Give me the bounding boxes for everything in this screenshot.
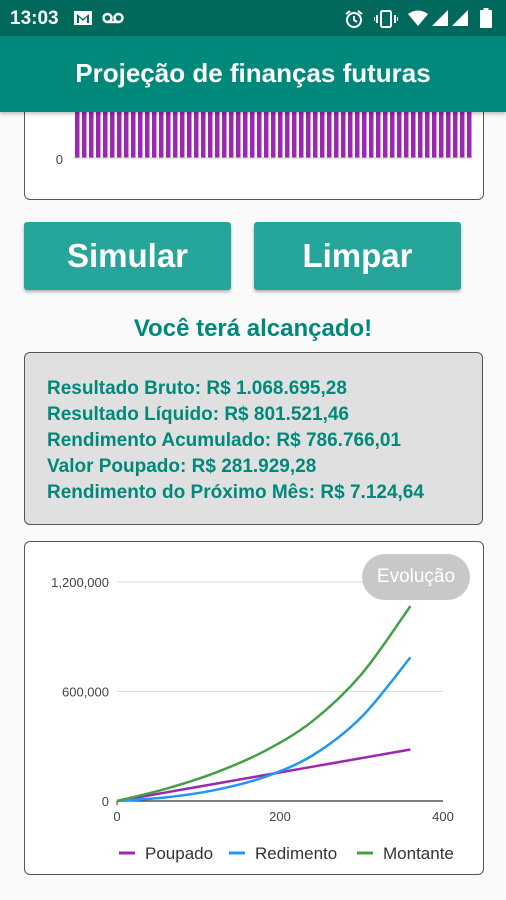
battery-icon <box>480 8 492 28</box>
legend-label: Montante <box>383 844 454 863</box>
status-time: 13:03 <box>10 8 59 29</box>
app-bar: Projeção de finanças futuras <box>0 36 506 112</box>
chart-x-tick-label: 400 <box>432 809 454 824</box>
simulate-button[interactable]: Simular <box>24 222 231 290</box>
evolution-button[interactable]: Evolução <box>362 554 470 600</box>
accumulated-yield-text: Rendimento Acumulado: R$ 786.766,01 <box>47 430 402 451</box>
gmail-icon <box>74 11 92 25</box>
result-title: Você terá alcançado! <box>133 315 373 342</box>
saved-value-text: Valor Poupado: R$ 281.929,28 <box>47 456 317 477</box>
chart-legend: Poupado Redimento Montante <box>119 844 454 863</box>
chart-y-tick-label: 1,200,000 <box>51 575 109 590</box>
chart-x-ticks: 0 200 400 <box>113 809 453 824</box>
chart-x-tick-label: 0 <box>113 809 120 824</box>
top-chart-y-tick-0: 0 <box>56 152 63 167</box>
app-title: Projeção de finanças futuras <box>75 58 431 88</box>
signal-icon <box>432 10 448 26</box>
chart-series-line-montante <box>116 605 412 803</box>
wifi-icon <box>408 10 428 26</box>
results-panel: Resultado Bruto: R$ 1.068.695,28 Resulta… <box>24 352 483 525</box>
chart-y-ticks: 0 600,000 1,200,000 <box>51 575 109 809</box>
net-result-text: Resultado Líquido: R$ 801.521,46 <box>47 404 349 425</box>
alarm-icon <box>345 10 363 28</box>
chart-y-tick-label: 0 <box>102 794 109 809</box>
legend-label: Redimento <box>255 844 337 863</box>
chart-x-tick-label: 200 <box>269 809 291 824</box>
chart-y-tick-label: 600,000 <box>62 685 109 700</box>
legend-label: Poupado <box>145 844 213 863</box>
next-month-yield-text: Rendimento do Próximo Mês: R$ 7.124,64 <box>47 482 424 503</box>
chart-series-line-poupado <box>116 748 411 803</box>
status-bar: 13:03 <box>0 0 506 36</box>
clear-button[interactable]: Limpar <box>254 222 461 290</box>
gross-result-text: Resultado Bruto: R$ 1.068.695,28 <box>47 378 347 399</box>
signal-icon <box>452 10 468 26</box>
chart-series-line-redimento <box>116 656 412 803</box>
chart-series-lines <box>116 605 412 803</box>
voicemail-icon <box>102 12 124 24</box>
top-bar-chart: 0 <box>56 97 472 167</box>
vibrate-icon <box>374 10 398 28</box>
